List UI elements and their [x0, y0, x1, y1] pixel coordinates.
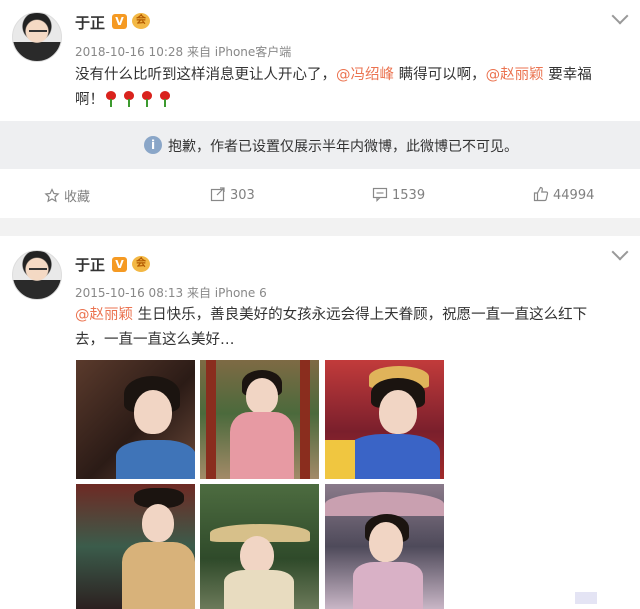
- post-photo[interactable]: [325, 360, 444, 479]
- favorite-button[interactable]: 收藏: [44, 186, 90, 205]
- comment-button[interactable]: 1539: [372, 186, 425, 203]
- star-icon: [44, 188, 60, 203]
- rose-emoji-icon: [140, 91, 154, 107]
- post-photo[interactable]: [200, 360, 319, 479]
- watermark: [575, 592, 597, 604]
- member-icon: 会: [132, 256, 150, 272]
- like-button[interactable]: 44994: [533, 186, 594, 203]
- timestamp[interactable]: 2018-10-16 10:28: [75, 45, 183, 59]
- action-bar: 收藏 303 1539 44994: [0, 178, 640, 214]
- text-segment: 去，一直一直这么美好…: [75, 332, 235, 348]
- like-count: 44994: [553, 188, 595, 203]
- post-meta: 2018-10-16 10:28 来自 iPhone客户端: [75, 43, 291, 60]
- post-photo[interactable]: [325, 484, 444, 609]
- timestamp[interactable]: 2015-10-16 08:13: [75, 286, 183, 300]
- thumbs-up-icon: [533, 186, 549, 202]
- comment-icon: [372, 187, 388, 202]
- notice-text: 抱歉，作者已设置仅展示半年内微博，此微博已不可见。: [168, 139, 518, 155]
- post-photo[interactable]: [76, 484, 195, 609]
- chevron-down-icon[interactable]: [611, 7, 629, 25]
- rose-emoji-icon: [122, 91, 136, 107]
- text-segment: 啊！: [75, 92, 104, 108]
- mention-link[interactable]: @赵丽颖: [75, 307, 133, 323]
- text-segment: 要幸福: [543, 67, 592, 83]
- mention-link[interactable]: @冯绍峰: [336, 67, 394, 83]
- info-icon: i: [144, 136, 162, 154]
- repost-icon: [210, 187, 225, 202]
- post-text: @赵丽颖 生日快乐，善良美好的女孩永远会得上天眷顾，祝愿一直一直这么红下 去，一…: [75, 303, 623, 353]
- weibo-post: 于正 V 会 2015-10-16 08:13 来自 iPhone 6 @赵丽颖…: [0, 236, 640, 609]
- text-segment: 瞒得可以啊，: [394, 67, 486, 83]
- favorite-label: 收藏: [64, 190, 91, 205]
- chevron-down-icon[interactable]: [611, 243, 629, 261]
- post-photo[interactable]: [200, 484, 319, 609]
- avatar[interactable]: [12, 12, 62, 62]
- post-meta: 2015-10-16 08:13 来自 iPhone 6: [75, 284, 267, 301]
- text-segment: 生日快乐，善良美好的女孩永远会得上天眷顾，祝愿一直一直这么红下: [133, 307, 588, 323]
- hidden-post-notice: i 抱歉，作者已设置仅展示半年内微博，此微博已不可见。: [0, 121, 640, 169]
- verified-icon: V: [112, 257, 127, 272]
- rose-emoji-icon: [158, 91, 172, 107]
- weibo-post: 于正 V 会 2018-10-16 10:28 来自 iPhone客户端 没有什…: [0, 0, 640, 218]
- post-photo[interactable]: [76, 360, 195, 479]
- text-segment: 没有什么比听到这样消息更让人开心了，: [75, 67, 336, 83]
- mention-link[interactable]: @赵丽颖: [486, 67, 544, 83]
- avatar[interactable]: [12, 250, 62, 300]
- repost-button[interactable]: 303: [210, 186, 255, 203]
- author-name[interactable]: 于正: [75, 254, 105, 275]
- author-name[interactable]: 于正: [75, 12, 105, 33]
- repost-count: 303: [230, 188, 255, 203]
- source: 来自 iPhone 6: [186, 286, 267, 300]
- verified-icon: V: [112, 14, 127, 29]
- comment-count: 1539: [392, 188, 426, 203]
- post-text: 没有什么比听到这样消息更让人开心了，@冯绍峰 瞒得可以啊，@赵丽颖 要幸福 啊！: [75, 63, 623, 113]
- source: 来自 iPhone客户端: [186, 45, 292, 59]
- rose-emoji-icon: [104, 91, 118, 107]
- member-icon: 会: [132, 13, 150, 29]
